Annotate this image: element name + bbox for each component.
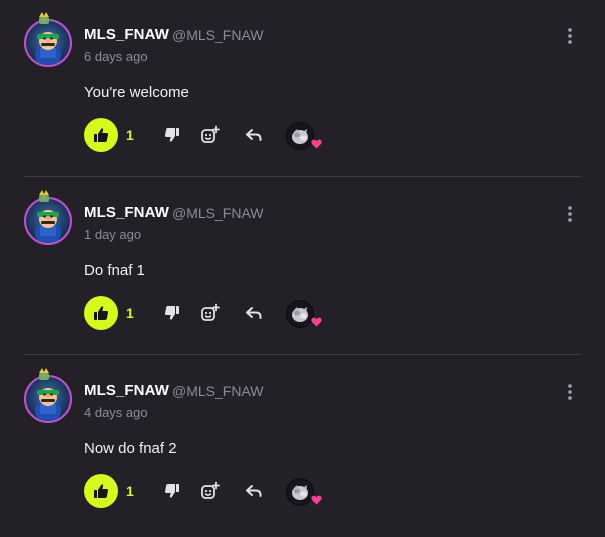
reply-button[interactable] xyxy=(244,303,264,323)
avatar[interactable] xyxy=(24,375,72,423)
like-count: 1 xyxy=(126,483,134,499)
avatar-badge-icon xyxy=(39,12,49,24)
timestamp: 1 day ago xyxy=(84,227,142,242)
timestamp: 6 days ago xyxy=(84,49,148,64)
like-button[interactable] xyxy=(84,474,118,508)
like-button[interactable] xyxy=(84,118,118,152)
thumbs-down-icon xyxy=(164,128,179,142)
like-button[interactable] xyxy=(84,296,118,330)
dislike-button[interactable] xyxy=(162,303,182,323)
vertical-ellipsis-icon xyxy=(568,28,572,44)
comment-text: You're welcome xyxy=(84,84,189,101)
avatar[interactable] xyxy=(24,19,72,67)
add-reaction-button[interactable] xyxy=(200,125,220,145)
comment-text: Do fnaf 1 xyxy=(84,262,145,279)
thumbs-up-icon xyxy=(94,306,109,320)
vertical-ellipsis-icon xyxy=(568,206,572,222)
heart-icon xyxy=(311,495,322,505)
dislike-button[interactable] xyxy=(162,125,182,145)
add-emoji-icon xyxy=(201,303,220,321)
thumbs-down-icon xyxy=(164,306,179,320)
avatar-badge-icon xyxy=(39,190,49,202)
like-count: 1 xyxy=(126,305,134,321)
like-count: 1 xyxy=(126,127,134,143)
vertical-ellipsis-icon xyxy=(568,384,572,400)
comment-text: Now do fnaf 2 xyxy=(84,440,177,457)
reply-arrow-icon xyxy=(246,307,262,319)
user-handle[interactable]: @MLS_FNAW xyxy=(172,27,263,43)
reactor-avatar xyxy=(286,300,314,328)
reaction-summary[interactable] xyxy=(286,478,322,506)
username[interactable]: MLS_FNAW xyxy=(84,204,169,221)
reactor-avatar xyxy=(286,122,314,150)
heart-icon xyxy=(311,139,322,149)
add-reaction-button[interactable] xyxy=(200,481,220,501)
reply-button[interactable] xyxy=(244,481,264,501)
add-emoji-icon xyxy=(201,125,220,143)
username[interactable]: MLS_FNAW xyxy=(84,382,169,399)
user-handle[interactable]: @MLS_FNAW xyxy=(172,383,263,399)
comment-divider xyxy=(23,354,581,355)
user-handle[interactable]: @MLS_FNAW xyxy=(172,205,263,221)
thumbs-up-icon xyxy=(94,128,109,142)
add-emoji-icon xyxy=(201,481,220,499)
more-options-button[interactable] xyxy=(560,382,580,402)
reply-arrow-icon xyxy=(246,129,262,141)
comment-item: MLS_FNAW @MLS_FNAW 4 days ago Now do fna… xyxy=(0,356,605,534)
timestamp: 4 days ago xyxy=(84,405,148,420)
thumbs-up-icon xyxy=(94,484,109,498)
comment-item: MLS_FNAW @MLS_FNAW 6 days ago You're wel… xyxy=(0,0,605,178)
comment-divider xyxy=(23,176,581,177)
more-options-button[interactable] xyxy=(560,204,580,224)
reply-button[interactable] xyxy=(244,125,264,145)
avatar-badge-icon xyxy=(39,368,49,380)
reaction-summary[interactable] xyxy=(286,300,322,328)
reaction-summary[interactable] xyxy=(286,122,322,150)
add-reaction-button[interactable] xyxy=(200,303,220,323)
heart-icon xyxy=(311,317,322,327)
more-options-button[interactable] xyxy=(560,26,580,46)
comment-item: MLS_FNAW @MLS_FNAW 1 day ago Do fnaf 1 1 xyxy=(0,178,605,356)
username[interactable]: MLS_FNAW xyxy=(84,26,169,43)
dislike-button[interactable] xyxy=(162,481,182,501)
thumbs-down-icon xyxy=(164,484,179,498)
reply-arrow-icon xyxy=(246,485,262,497)
avatar[interactable] xyxy=(24,197,72,245)
reactor-avatar xyxy=(286,478,314,506)
